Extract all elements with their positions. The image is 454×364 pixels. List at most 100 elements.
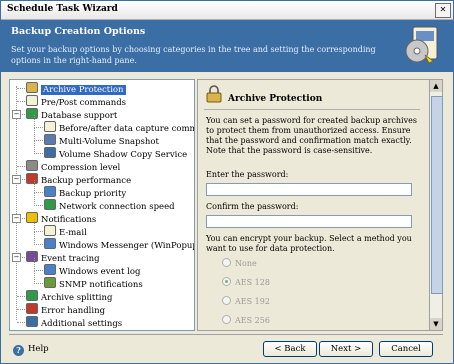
- tree-item[interactable]: Multi-Volume Snapshot: [44, 134, 159, 147]
- tree-item[interactable]: Backup performance: [26, 173, 132, 186]
- tree-item[interactable]: Network connection speed: [44, 199, 175, 212]
- tree-item-label: Network connection speed: [59, 202, 175, 212]
- tree-expander[interactable]: −: [12, 214, 21, 223]
- confirm-password-field[interactable]: [206, 215, 412, 228]
- wizard-header: Backup Creation Options Set your backup …: [1, 20, 453, 72]
- tree-item-label: Additional settings: [41, 319, 123, 329]
- tree-item[interactable]: Pre/Post commands: [26, 95, 126, 108]
- network-icon: [44, 199, 56, 210]
- tree-item[interactable]: E-mail: [44, 225, 87, 238]
- tree-item-label: Notifications: [41, 215, 97, 225]
- tree-connector: [34, 192, 43, 193]
- radio-aes256[interactable]: AES 256: [222, 315, 270, 326]
- window-title: Schedule Task Wizard: [7, 4, 118, 14]
- tree-connector: [17, 166, 25, 167]
- database-icon: [26, 108, 38, 119]
- header-title: Backup Creation Options: [11, 26, 146, 37]
- next-button[interactable]: Next >: [319, 341, 373, 357]
- tree-item-label: Multi-Volume Snapshot: [59, 137, 159, 147]
- password-field[interactable]: [206, 183, 412, 196]
- page-icon: [26, 95, 38, 106]
- radio-none-button[interactable]: [222, 258, 231, 267]
- tree-connector: [34, 153, 43, 154]
- close-button[interactable]: ✕: [435, 3, 451, 18]
- tree-connector: [34, 232, 35, 245]
- bulb-icon: [26, 212, 38, 223]
- radio-none-label: None: [235, 259, 257, 268]
- radio-aes192[interactable]: AES 192: [222, 296, 270, 307]
- scroll-down-button[interactable]: ▼: [430, 318, 442, 330]
- priority-icon: [44, 186, 56, 197]
- tree-connector: [34, 140, 43, 141]
- radio-aes128-label: AES 128: [235, 278, 270, 287]
- tree-item[interactable]: Backup priority: [44, 186, 126, 199]
- tree-connector: [34, 219, 35, 232]
- tree-connector: [34, 205, 43, 206]
- tree-item[interactable]: Before/after data capture commands: [44, 121, 195, 134]
- tree-item-label: Pre/Post commands: [41, 98, 126, 108]
- tree-connector: [34, 193, 35, 206]
- tree-item-label: Before/after data capture commands: [59, 124, 195, 134]
- scroll-thumb[interactable]: [431, 96, 443, 294]
- tree-connector: [34, 115, 35, 128]
- tree-connector: [34, 258, 35, 271]
- tree-item[interactable]: Error handling: [26, 303, 105, 316]
- tree-connector: [34, 127, 43, 128]
- tree-item-label: Backup performance: [41, 176, 132, 186]
- tree-connector: [34, 283, 43, 284]
- tree-connector: [17, 88, 25, 89]
- confirm-label: Confirm the password:: [206, 202, 299, 211]
- scroll-up-button[interactable]: ▲: [430, 80, 442, 92]
- radio-none[interactable]: None: [222, 258, 257, 269]
- help-link[interactable]: ? Help: [13, 344, 49, 356]
- tree-item[interactable]: Compression level: [26, 160, 120, 173]
- radio-aes128[interactable]: AES 128: [222, 277, 270, 288]
- radio-aes256-label: AES 256: [235, 316, 270, 325]
- tree-item[interactable]: Notifications: [26, 212, 97, 225]
- radio-aes256-button[interactable]: [222, 315, 231, 324]
- tree-item[interactable]: Additional settings: [26, 316, 123, 329]
- tree-expander[interactable]: −: [12, 110, 21, 119]
- footer-separator: [9, 334, 443, 335]
- panel-separator: [204, 109, 420, 110]
- tree-connector: [17, 309, 25, 310]
- tree-connector: [17, 101, 25, 102]
- password-label: Enter the password:: [206, 170, 289, 179]
- settings-icon: [26, 316, 38, 327]
- tree-item[interactable]: SNMP notifications: [44, 277, 143, 290]
- back-button[interactable]: < Back: [263, 341, 317, 357]
- tree-expander[interactable]: −: [12, 175, 21, 184]
- radio-aes192-button[interactable]: [222, 296, 231, 305]
- messenger-icon: [44, 238, 56, 249]
- error-icon: [26, 303, 38, 314]
- tree-connector: [34, 231, 43, 232]
- tree-item[interactable]: Event tracing: [26, 251, 100, 264]
- tree-connector: [34, 128, 35, 141]
- tree-item-label: Windows event log: [59, 267, 141, 277]
- tree-connector: [34, 271, 35, 284]
- backup-wizard-icon: [405, 26, 438, 64]
- tree-item-label: Archive splitting: [41, 293, 113, 303]
- tree-item[interactable]: Archive splitting: [26, 290, 113, 303]
- wizard-window: Schedule Task Wizard ✕ Backup Creation O…: [0, 0, 454, 364]
- tree-expander[interactable]: −: [12, 253, 21, 262]
- radio-aes128-button[interactable]: [222, 277, 231, 286]
- cancel-button[interactable]: Cancel: [379, 341, 433, 357]
- compress-icon: [26, 160, 38, 171]
- tree-item[interactable]: Database support: [26, 108, 117, 121]
- email-icon: [44, 225, 56, 236]
- tree-item-label: Volume Shadow Copy Service: [59, 150, 188, 160]
- header-description: Set your backup options by choosing cate…: [11, 45, 376, 65]
- tree-item-label: SNMP notifications: [59, 280, 143, 290]
- tree-item[interactable]: Volume Shadow Copy Service: [44, 147, 188, 160]
- radio-aes192-label: AES 192: [235, 297, 270, 306]
- options-tree[interactable]: Archive Protection Pre/Post commands − Data…: [9, 79, 195, 331]
- tree-item[interactable]: Windows event log: [44, 264, 141, 277]
- panel-scrollbar[interactable]: ▲ ▼: [429, 79, 443, 331]
- tree-item-label: Windows Messenger (WinPopup): [59, 241, 195, 251]
- vss-icon: [44, 147, 56, 158]
- options-panel: Archive Protection You can set a passwor…: [197, 79, 431, 331]
- tree-item[interactable]: Windows Messenger (WinPopup): [44, 238, 195, 251]
- title-bar: Schedule Task Wizard ✕: [1, 1, 453, 20]
- tree-item[interactable]: Archive Protection: [26, 82, 126, 95]
